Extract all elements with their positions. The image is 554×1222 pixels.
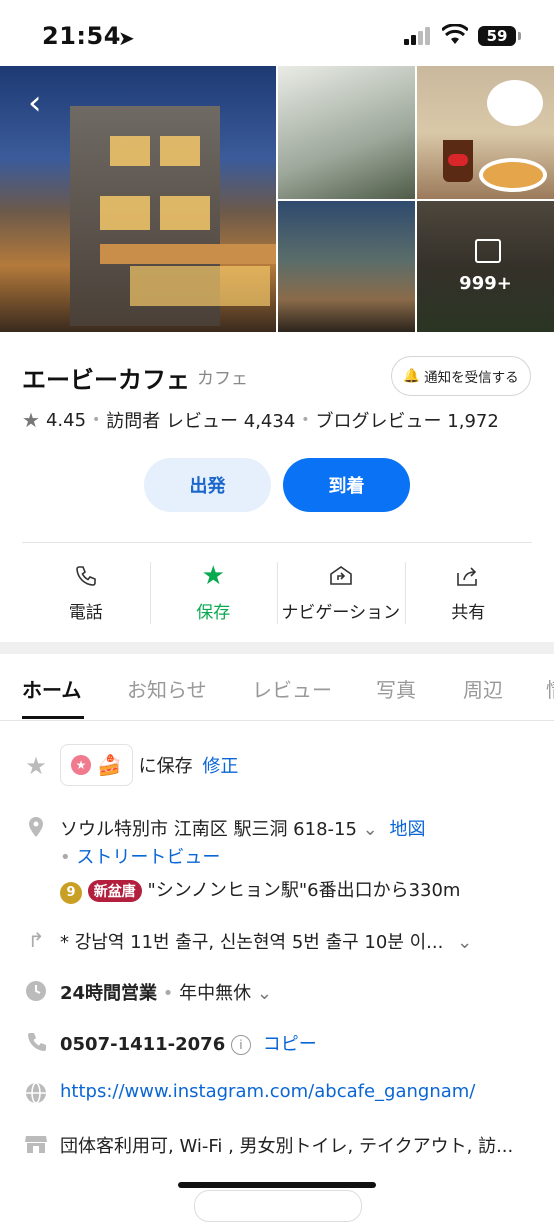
rating-star-icon: ★ xyxy=(22,408,40,432)
navigation-button[interactable]: ナビゲーション xyxy=(277,558,405,628)
chevron-down-icon[interactable]: ⌄ xyxy=(457,932,472,953)
floating-pill-button[interactable] xyxy=(194,1190,362,1222)
section-separator xyxy=(0,642,554,654)
list-star-icon: ★ xyxy=(71,755,91,775)
star-icon: ★ xyxy=(201,560,225,591)
hours-status: 24時間営業 xyxy=(60,983,158,1004)
directions-text: * 강남역 11번 출구, 신논현역 5번 출구 10분 이... xyxy=(60,932,444,953)
notify-label: 通知を受信する xyxy=(424,370,519,386)
image-icon xyxy=(475,239,501,263)
battery-indicator: 59 xyxy=(478,26,521,46)
star-outline-icon: ★ xyxy=(25,752,47,780)
tab-nearby[interactable]: 周辺 xyxy=(463,674,503,703)
share-label: 共有 xyxy=(451,602,486,623)
phone-icon xyxy=(75,565,96,586)
info-icon[interactable]: i xyxy=(230,1035,251,1055)
saved-row: ★ ★ 🍰 に保存 修正 xyxy=(22,744,542,788)
visitor-reviews-link[interactable]: 訪問者 レビュー 4,434 xyxy=(106,407,295,433)
tab-news[interactable]: お知らせ xyxy=(127,674,207,703)
tab-home[interactable]: ホーム xyxy=(22,674,81,703)
cake-icon: 🍰 xyxy=(97,753,122,777)
call-button[interactable]: 電話 xyxy=(22,558,150,628)
place-name: エービーカフェ xyxy=(22,366,190,394)
action-bar: 電話 ★ 保存 ナビゲーション 共有 xyxy=(22,558,532,628)
location-arrow-icon: ➤ xyxy=(118,26,135,50)
saved-list-chip[interactable]: ★ 🍰 xyxy=(60,744,133,786)
chevron-down-icon[interactable]: ⌄ xyxy=(257,983,272,1004)
cellular-signal-icon xyxy=(404,27,430,45)
rating-value: 4.45 xyxy=(45,409,87,431)
navigation-label: ナビゲーション xyxy=(281,602,401,623)
status-time: 21:54 xyxy=(42,22,121,50)
share-icon xyxy=(457,566,478,586)
wifi-icon xyxy=(442,24,468,44)
divider xyxy=(22,542,532,543)
tab-info[interactable]: 情 xyxy=(546,674,554,703)
hours-note: 年中無休 xyxy=(179,983,252,1004)
photo-thumbnail[interactable] xyxy=(417,66,554,199)
home-indicator xyxy=(178,1182,376,1188)
street-view-link[interactable]: ストリートビュー xyxy=(76,847,220,868)
tab-bar: ホーム お知らせ レビュー 写真 周辺 情 xyxy=(0,654,554,721)
amenities-text: 団体客利用可, Wi-Fi , 男女別トイレ, テイクアウト, 訪... xyxy=(60,1136,514,1157)
save-label: 保存 xyxy=(196,602,231,623)
blog-reviews-link[interactable]: ブログレビュー 1,972 xyxy=(316,407,499,433)
subway-line-badge: 新盆唐 xyxy=(87,880,142,902)
website-link[interactable]: https://www.instagram.com/abcafe_gangnam… xyxy=(60,1081,475,1102)
arrive-button[interactable]: 到着 xyxy=(283,458,410,512)
station-directions: "シンノンヒョン駅"6番出口から330m xyxy=(147,880,461,901)
chevron-down-icon[interactable]: ⌄ xyxy=(363,819,378,840)
saved-text: に保存 xyxy=(138,756,193,777)
status-bar: 21:54 ➤ 59 xyxy=(0,0,554,66)
save-button[interactable]: ★ 保存 xyxy=(149,558,278,628)
address-text[interactable]: ソウル特別市 江南区 駅三洞 618-15 xyxy=(60,819,357,840)
subway-line-9-badge: 9 xyxy=(60,882,82,904)
location-pin-icon xyxy=(29,817,43,837)
bell-icon: 🔔 xyxy=(403,368,421,384)
review-stats: ★ 4.45 • 訪問者 レビュー 4,434 • ブログレビュー 1,972 xyxy=(22,407,499,433)
notify-button[interactable]: 🔔 通知を受信する xyxy=(391,356,531,396)
edit-link[interactable]: 修正 xyxy=(202,756,238,777)
main-photo[interactable]: ‹ xyxy=(0,66,276,332)
back-icon[interactable]: ‹ xyxy=(28,86,42,120)
more-photos-tile[interactable]: 999+ xyxy=(417,201,554,332)
photo-gallery[interactable]: ‹ 999+ xyxy=(0,66,554,332)
store-icon xyxy=(25,1136,47,1153)
more-photos-count: 999+ xyxy=(459,273,512,294)
clock-icon xyxy=(26,981,46,1001)
globe-icon xyxy=(26,1082,46,1104)
phone-number[interactable]: 0507-1411-2076 xyxy=(60,1034,225,1055)
active-tab-indicator xyxy=(22,716,84,719)
place-category: カフェ xyxy=(197,369,248,389)
turn-arrow-icon: ↱ xyxy=(27,928,45,952)
tab-photos[interactable]: 写真 xyxy=(376,674,416,703)
copy-link[interactable]: コピー xyxy=(263,1034,317,1055)
call-label: 電話 xyxy=(68,602,103,623)
map-link[interactable]: 地図 xyxy=(389,819,425,840)
phone-icon xyxy=(28,1033,46,1051)
tab-reviews[interactable]: レビュー xyxy=(252,674,332,703)
photo-thumbnail[interactable] xyxy=(278,201,415,332)
navigation-icon xyxy=(329,565,352,585)
depart-button[interactable]: 出発 xyxy=(144,458,271,512)
share-button[interactable]: 共有 xyxy=(404,558,533,628)
photo-thumbnail[interactable] xyxy=(278,66,415,199)
